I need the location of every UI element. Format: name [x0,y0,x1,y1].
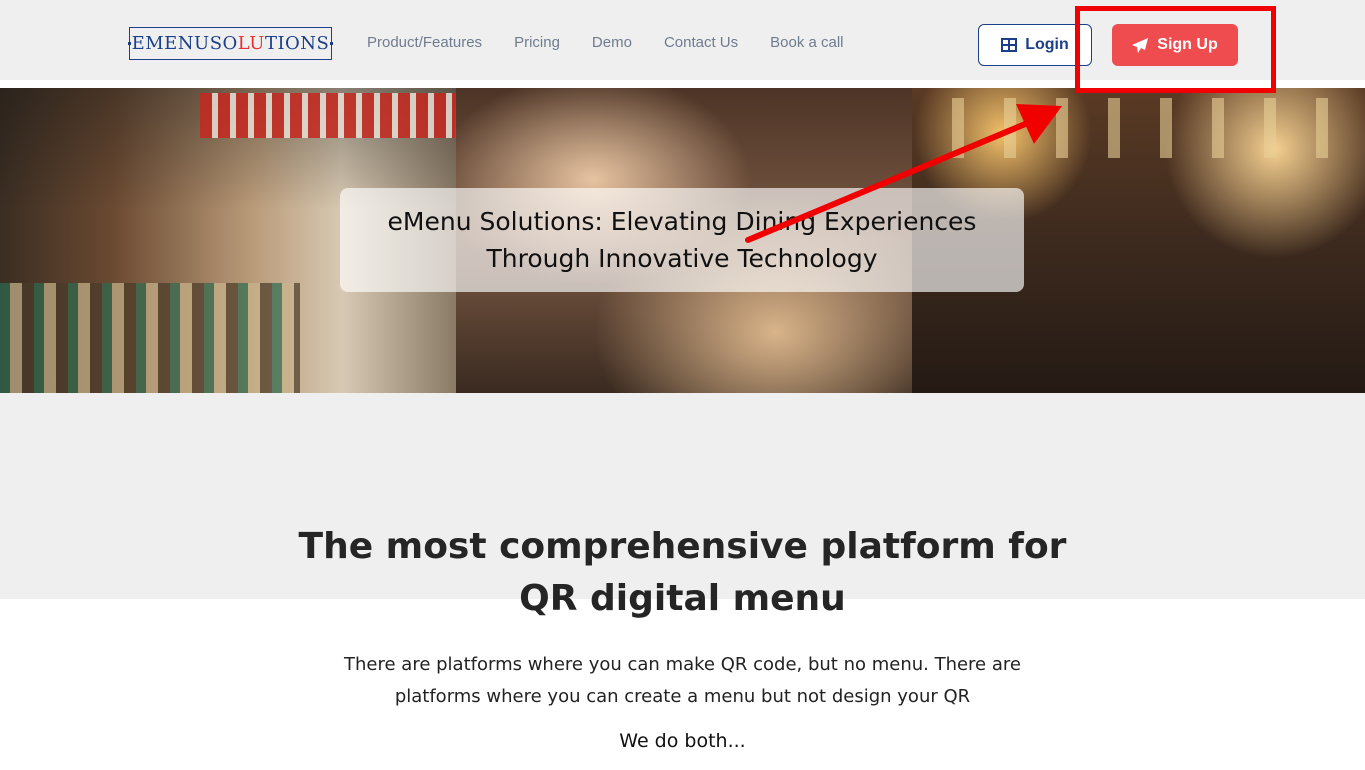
annotation-highlight-box [1075,6,1276,93]
headline-line-2: QR digital menu [519,578,846,619]
headline-line-1: The most comprehensive platform for [298,526,1067,567]
section-headline: The most comprehensive platform for QR d… [0,521,1365,625]
we-do-both-text: We do both... [619,730,746,752]
description-line-1: There are platforms where you can make Q… [344,654,1021,675]
section-description: There are platforms where you can make Q… [0,649,1365,713]
description-line-2: platforms where you can create a menu bu… [394,686,971,707]
